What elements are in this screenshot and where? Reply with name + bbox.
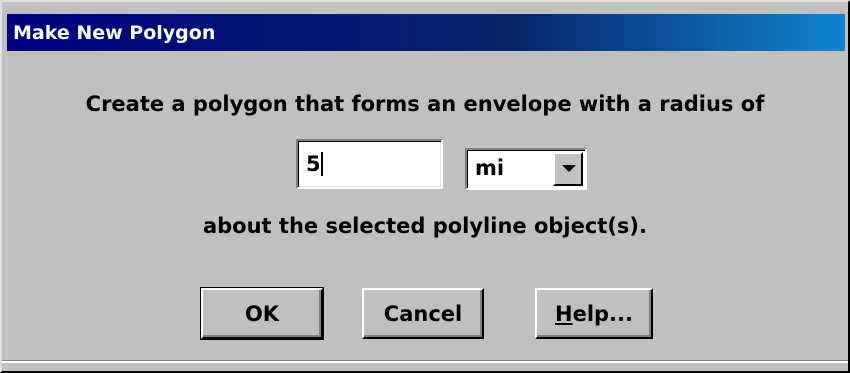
units-dropdown-button[interactable]	[553, 152, 583, 186]
units-dropdown[interactable]: mi	[465, 148, 587, 190]
help-label-rest: elp...	[572, 301, 633, 326]
make-new-polygon-dialog: Make New Polygon Create a polygon that f…	[0, 0, 850, 373]
selection-prompt-label: about the selected polyline object(s).	[202, 214, 648, 238]
ok-button[interactable]: OK	[200, 287, 324, 340]
radius-input[interactable]	[296, 139, 443, 189]
help-mnemonic: H	[555, 301, 573, 326]
title-bar[interactable]: Make New Polygon	[7, 14, 845, 51]
cancel-button[interactable]: Cancel	[362, 288, 484, 339]
text-caret	[321, 152, 323, 176]
chevron-down-icon	[562, 165, 576, 172]
bottom-divider	[2, 360, 848, 363]
window-title: Make New Polygon	[13, 21, 216, 44]
help-button[interactable]: Help...	[535, 288, 653, 339]
units-selected-value: mi	[475, 156, 505, 180]
envelope-prompt-label: Create a polygon that forms an envelope …	[85, 92, 765, 116]
